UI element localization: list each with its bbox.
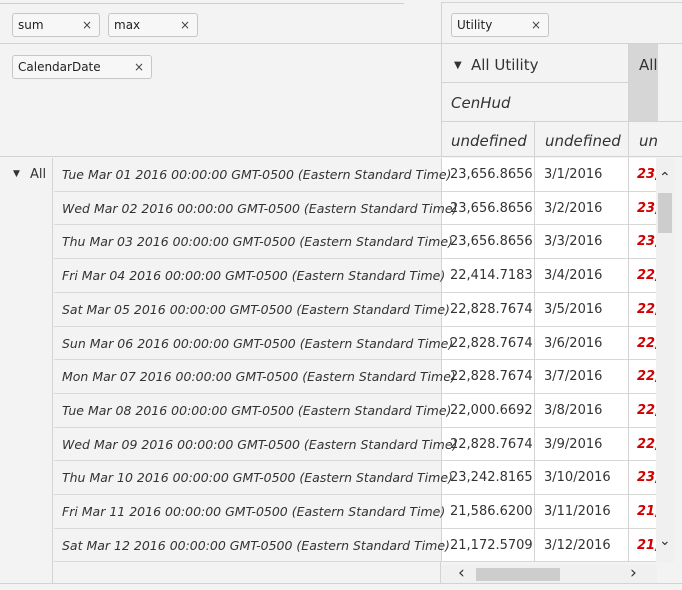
cell-max[interactable]: 3/8/2016 bbox=[544, 403, 602, 418]
cell-next-column[interactable]: 21, bbox=[637, 504, 656, 519]
collapse-arrow-icon[interactable]: ▼ bbox=[13, 169, 20, 179]
cell-sum[interactable]: 21,172.5709 bbox=[450, 538, 533, 553]
cell-max[interactable]: 3/2/2016 bbox=[544, 201, 602, 216]
row-header-date[interactable]: Wed Mar 09 2016 00:00:00 GMT-0500 (Easte… bbox=[62, 437, 457, 452]
cell-sum[interactable]: 21,586.6200 bbox=[450, 504, 533, 519]
cell-max[interactable]: 3/3/2016 bbox=[544, 234, 602, 249]
column-header-all-next[interactable]: All bbox=[639, 56, 658, 74]
vertical-scroll-thumb[interactable] bbox=[658, 193, 672, 233]
cell-sum[interactable]: 22,828.7674 bbox=[450, 302, 533, 317]
cell-next-column[interactable]: 22, bbox=[637, 268, 656, 283]
row-header-all-area bbox=[0, 158, 53, 583]
row-header-date[interactable]: Sat Mar 05 2016 00:00:00 GMT-0500 (Easte… bbox=[62, 302, 450, 317]
cell-max[interactable]: 3/6/2016 bbox=[544, 336, 602, 351]
column-header-all-utility[interactable]: All Utility bbox=[471, 56, 539, 74]
cell-sum[interactable]: 23,656.8656 bbox=[450, 234, 533, 249]
cell-next-column[interactable]: 22, bbox=[637, 403, 656, 418]
row-header-date[interactable]: Fri Mar 11 2016 00:00:00 GMT-0500 (Easte… bbox=[62, 504, 445, 519]
cell-max[interactable]: 3/10/2016 bbox=[544, 470, 611, 485]
top-divider-strip bbox=[0, 0, 404, 4]
cell-sum[interactable]: 22,828.7674 bbox=[450, 336, 533, 351]
column-chip-utility[interactable]: Utility × bbox=[451, 13, 549, 37]
cell-next-column[interactable]: 22, bbox=[637, 369, 656, 384]
close-icon[interactable]: × bbox=[531, 14, 541, 36]
row-chip-calendardate-label: CalendarDate bbox=[18, 60, 101, 74]
cell-next-column[interactable]: 23, bbox=[637, 234, 656, 249]
cell-next-column[interactable]: 22, bbox=[637, 336, 656, 351]
collapse-arrow-icon[interactable]: ▼ bbox=[454, 60, 462, 71]
cell-sum[interactable]: 22,414.7183 bbox=[450, 268, 533, 283]
cell-next-column[interactable]: 23, bbox=[637, 201, 656, 216]
row-chip-calendardate[interactable]: CalendarDate × bbox=[12, 55, 152, 79]
row-header-date[interactable]: Sun Mar 06 2016 00:00:00 GMT-0500 (Easte… bbox=[62, 336, 453, 351]
cell-next-column[interactable]: 22, bbox=[637, 302, 656, 317]
cell-sum[interactable]: 22,000.6692 bbox=[450, 403, 533, 418]
cell-max[interactable]: 3/7/2016 bbox=[544, 369, 602, 384]
row-header-date[interactable]: Fri Mar 04 2016 00:00:00 GMT-0500 (Easte… bbox=[62, 268, 445, 283]
close-icon[interactable]: × bbox=[134, 56, 144, 78]
cell-sum[interactable]: 22,828.7674 bbox=[450, 437, 533, 452]
cell-sum[interactable]: 22,828.7674 bbox=[450, 369, 533, 384]
cell-next-column[interactable]: 23, bbox=[637, 470, 656, 485]
column-header-measure-sum[interactable]: undefined bbox=[451, 132, 527, 150]
row-header-filler bbox=[54, 562, 441, 583]
row-header-date[interactable]: Sat Mar 12 2016 00:00:00 GMT-0500 (Easte… bbox=[62, 538, 450, 553]
cell-max[interactable]: 3/5/2016 bbox=[544, 302, 602, 317]
scroll-down-icon[interactable]: ⌄ bbox=[659, 533, 671, 549]
cell-max[interactable]: 3/9/2016 bbox=[544, 437, 602, 452]
column-header-measure-max[interactable]: undefined bbox=[545, 132, 621, 150]
row-header-date[interactable]: Tue Mar 08 2016 00:00:00 GMT-0500 (Easte… bbox=[62, 403, 451, 418]
scroll-up-icon[interactable]: ⌃ bbox=[659, 170, 671, 186]
column-chip-utility-label: Utility bbox=[457, 18, 493, 32]
cell-next-column[interactable]: 22, bbox=[637, 437, 656, 452]
value-chip-sum-label: sum bbox=[18, 18, 44, 32]
close-icon[interactable]: × bbox=[82, 14, 92, 36]
cell-max[interactable]: 3/4/2016 bbox=[544, 268, 602, 283]
scroll-right-icon[interactable]: › bbox=[630, 563, 637, 583]
cell-sum[interactable]: 23,656.8656 bbox=[450, 167, 533, 182]
row-header-all[interactable]: All bbox=[30, 167, 46, 182]
cell-max[interactable]: 3/1/2016 bbox=[544, 167, 602, 182]
cell-max[interactable]: 3/12/2016 bbox=[544, 538, 611, 553]
row-header-date[interactable]: Tue Mar 01 2016 00:00:00 GMT-0500 (Easte… bbox=[62, 167, 451, 182]
cell-sum[interactable]: 23,242.8165 bbox=[450, 470, 533, 485]
row-header-date[interactable]: Mon Mar 07 2016 00:00:00 GMT-0500 (Easte… bbox=[62, 369, 456, 384]
bottom-border bbox=[0, 583, 682, 590]
value-chip-sum[interactable]: sum × bbox=[12, 13, 100, 37]
cell-next-column[interactable]: 21, bbox=[637, 538, 656, 553]
row-header-date[interactable]: Thu Mar 10 2016 00:00:00 GMT-0500 (Easte… bbox=[62, 470, 453, 485]
value-chip-max[interactable]: max × bbox=[108, 13, 198, 37]
scroll-left-icon[interactable]: ‹ bbox=[458, 563, 465, 583]
close-icon[interactable]: × bbox=[180, 14, 190, 36]
column-header-measure-next[interactable]: un bbox=[639, 132, 658, 150]
cell-max[interactable]: 3/11/2016 bbox=[544, 504, 611, 519]
column-header-cenhud[interactable]: CenHud bbox=[451, 94, 511, 112]
horizontal-scroll-thumb[interactable] bbox=[476, 568, 560, 581]
value-chip-max-label: max bbox=[114, 18, 141, 32]
cell-next-column[interactable]: 23, bbox=[637, 167, 656, 182]
cell-sum[interactable]: 23,656.8656 bbox=[450, 201, 533, 216]
row-header-date[interactable]: Thu Mar 03 2016 00:00:00 GMT-0500 (Easte… bbox=[62, 234, 453, 249]
row-header-date[interactable]: Wed Mar 02 2016 00:00:00 GMT-0500 (Easte… bbox=[62, 201, 457, 216]
